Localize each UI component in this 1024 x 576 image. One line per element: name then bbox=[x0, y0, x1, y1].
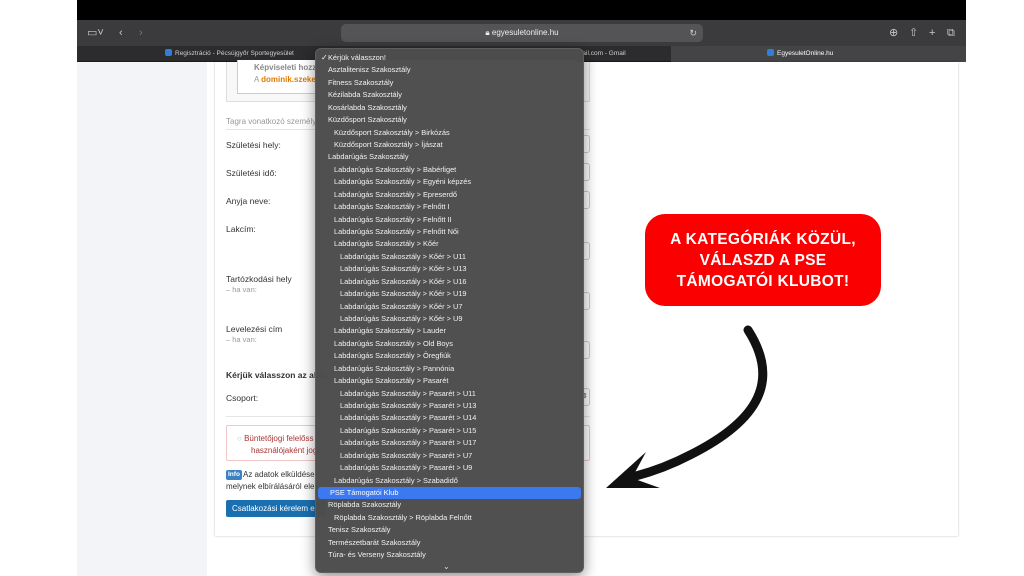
arrow-shaft bbox=[623, 325, 768, 483]
pointer-arrow-icon bbox=[606, 325, 768, 488]
screenshot: ▭˅ ‹ › 🔒︎ egyesuletonline.hu ↻ ⊕ ⇧ + ⧉ R… bbox=[0, 0, 1024, 576]
